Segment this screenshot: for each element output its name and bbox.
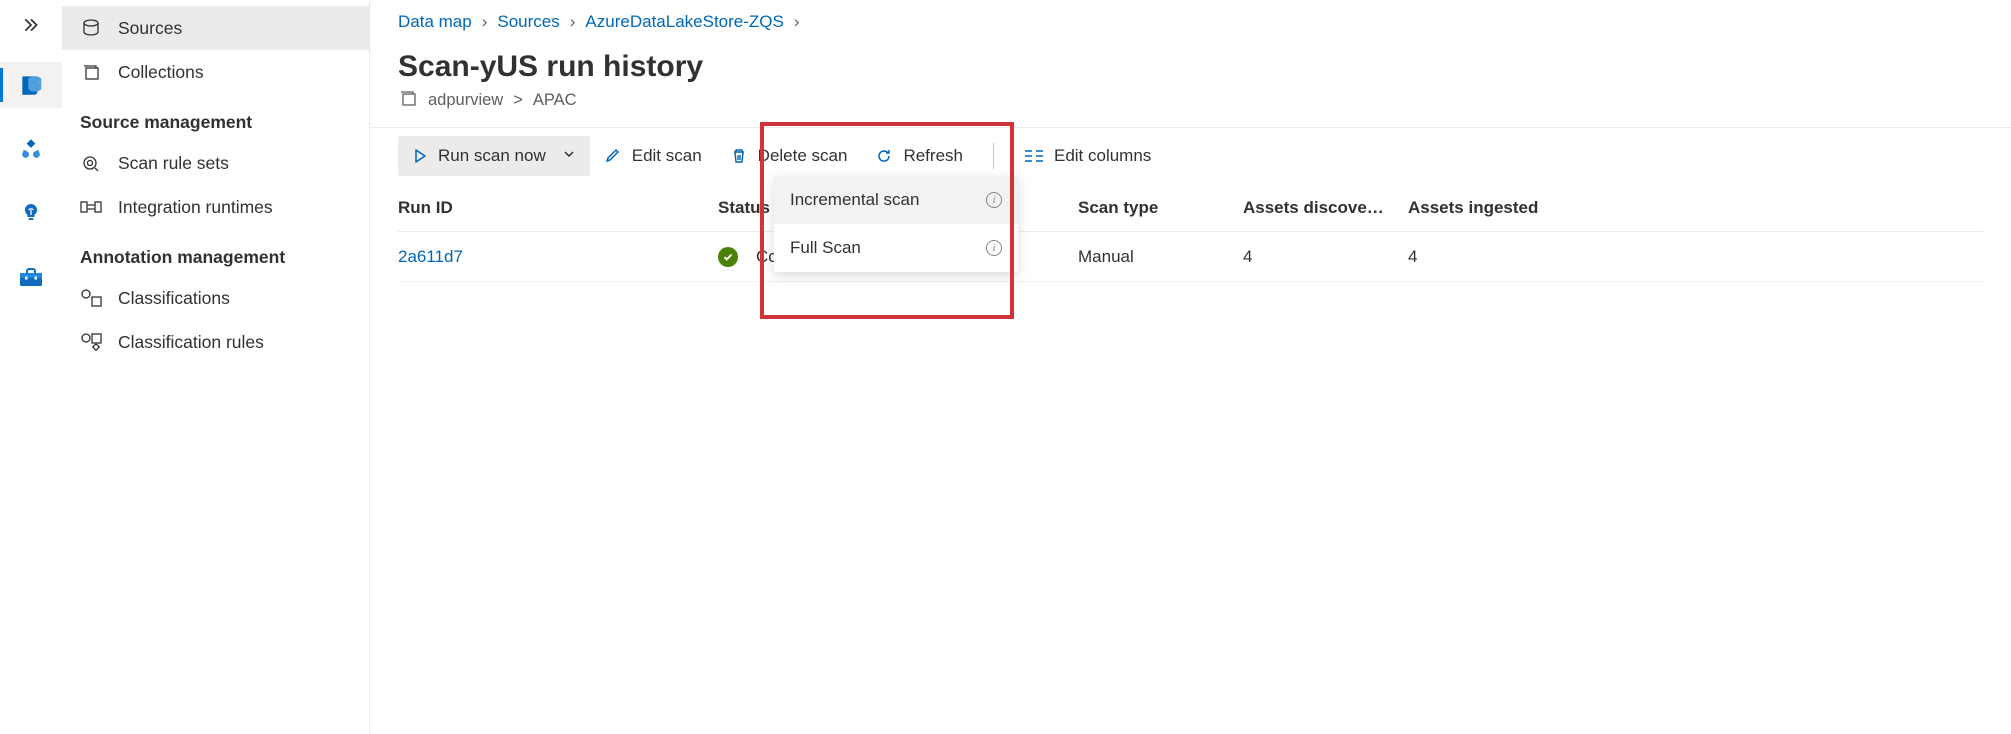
cell-assets-ingested: 4 <box>1408 247 1568 267</box>
nav-label: Classifications <box>118 288 230 309</box>
nav-label: Collections <box>118 62 204 83</box>
collection-leaf: APAC <box>533 91 577 110</box>
nav-item-scan-rule-sets[interactable]: Scan rule sets <box>62 141 369 185</box>
success-check-icon <box>718 247 738 267</box>
breadcrumb: Data map › Sources › AzureDataLakeStore-… <box>370 0 2011 32</box>
dropdown-item-full[interactable]: Full Scan i <box>774 224 1018 272</box>
database-outline-icon <box>80 17 102 39</box>
rail-item-insights[interactable] <box>0 190 62 236</box>
nav-item-classifications[interactable]: Classifications <box>62 276 369 320</box>
nav-label: Integration runtimes <box>118 197 273 218</box>
refresh-button[interactable]: Refresh <box>861 136 977 176</box>
info-icon[interactable]: i <box>986 192 1002 208</box>
nav-item-sources[interactable]: Sources <box>62 6 369 50</box>
nav-section-source-management: Source management <box>62 94 369 141</box>
collections-icon <box>80 61 102 83</box>
run-scan-label: Run scan now <box>438 146 546 166</box>
breadcrumb-link-source[interactable]: AzureDataLakeStore-ZQS <box>585 12 783 32</box>
collection-path: adpurview > APAC <box>370 88 2011 127</box>
side-nav: Sources Collections Source management Sc… <box>62 0 370 734</box>
toolbox-icon <box>18 265 44 289</box>
page-title: Scan-yUS run history <box>370 32 2011 88</box>
columns-icon <box>1024 148 1044 164</box>
classification-rules-icon <box>80 331 102 353</box>
trash-icon <box>730 147 748 165</box>
column-header-assets-discovered[interactable]: Assets discove… <box>1243 198 1408 218</box>
workflow-icon <box>18 136 44 162</box>
table-header-row: Run ID Status i Run type Scan type Asset… <box>398 184 1983 232</box>
delete-scan-button[interactable]: Delete scan <box>716 136 862 176</box>
rail-item-workflows[interactable] <box>0 126 62 172</box>
pencil-icon <box>604 147 622 165</box>
nav-label: Scan rule sets <box>118 153 229 174</box>
nav-label: Sources <box>118 18 182 39</box>
cell-runid: 2a611d7 <box>398 247 718 267</box>
edit-columns-label: Edit columns <box>1054 146 1151 166</box>
chevron-right-icon: › <box>794 12 800 32</box>
chevron-down-icon <box>562 146 576 166</box>
edit-scan-label: Edit scan <box>632 146 702 166</box>
collections-path-icon <box>398 88 418 113</box>
nav-item-integration-runtimes[interactable]: Integration runtimes <box>62 185 369 229</box>
nav-label: Classification rules <box>118 332 264 353</box>
chevron-right-icon: › <box>570 12 576 32</box>
breadcrumb-link-datamap[interactable]: Data map <box>398 12 472 32</box>
database-icon <box>18 72 44 98</box>
cell-scantype: Manual <box>1078 247 1243 267</box>
collection-root: adpurview <box>428 91 503 110</box>
rail-item-management[interactable] <box>0 254 62 300</box>
dropdown-label: Incremental scan <box>790 190 919 210</box>
run-scan-now-button[interactable]: Run scan now <box>398 136 590 176</box>
edit-scan-button[interactable]: Edit scan <box>590 136 716 176</box>
table-row[interactable]: 2a611d7 Completed Full scan Manual 4 4 <box>398 232 1983 282</box>
toolbar-separator <box>993 143 994 169</box>
refresh-label: Refresh <box>903 146 963 166</box>
delete-scan-label: Delete scan <box>758 146 848 166</box>
dropdown-item-incremental[interactable]: Incremental scan i <box>774 176 1018 224</box>
run-scan-dropdown: Incremental scan i Full Scan i <box>774 176 1018 272</box>
edit-columns-button[interactable]: Edit columns <box>1010 136 1165 176</box>
breadcrumb-link-sources[interactable]: Sources <box>497 12 559 32</box>
runid-link[interactable]: 2a611d7 <box>398 247 463 267</box>
nav-item-classification-rules[interactable]: Classification rules <box>62 320 369 364</box>
path-separator: > <box>513 91 523 110</box>
toolbar: Run scan now Edit scan Delete scan <box>370 128 2011 184</box>
dropdown-label: Full Scan <box>790 238 861 258</box>
scan-rule-icon <box>80 152 102 174</box>
integration-runtime-icon <box>80 196 102 218</box>
chevron-double-right-icon <box>22 16 40 34</box>
cell-assets-discovered: 4 <box>1243 247 1408 267</box>
icon-rail <box>0 0 62 734</box>
nav-section-annotation-management: Annotation management <box>62 229 369 276</box>
main-content: Data map › Sources › AzureDataLakeStore-… <box>370 0 2011 734</box>
info-icon[interactable]: i <box>986 240 1002 256</box>
rail-item-datamap[interactable] <box>0 62 62 108</box>
lightbulb-icon <box>19 201 43 225</box>
chevron-right-icon: › <box>482 12 488 32</box>
column-header-runid[interactable]: Run ID <box>398 198 718 218</box>
scan-history-table: Run ID Status i Run type Scan type Asset… <box>370 184 2011 282</box>
nav-item-collections[interactable]: Collections <box>62 50 369 94</box>
play-icon <box>412 148 428 164</box>
column-header-scantype[interactable]: Scan type <box>1078 198 1243 218</box>
column-header-assets-ingested[interactable]: Assets ingested <box>1408 198 1568 218</box>
rail-collapse-toggle[interactable] <box>0 6 62 44</box>
classifications-icon <box>80 287 102 309</box>
refresh-icon <box>875 147 893 165</box>
